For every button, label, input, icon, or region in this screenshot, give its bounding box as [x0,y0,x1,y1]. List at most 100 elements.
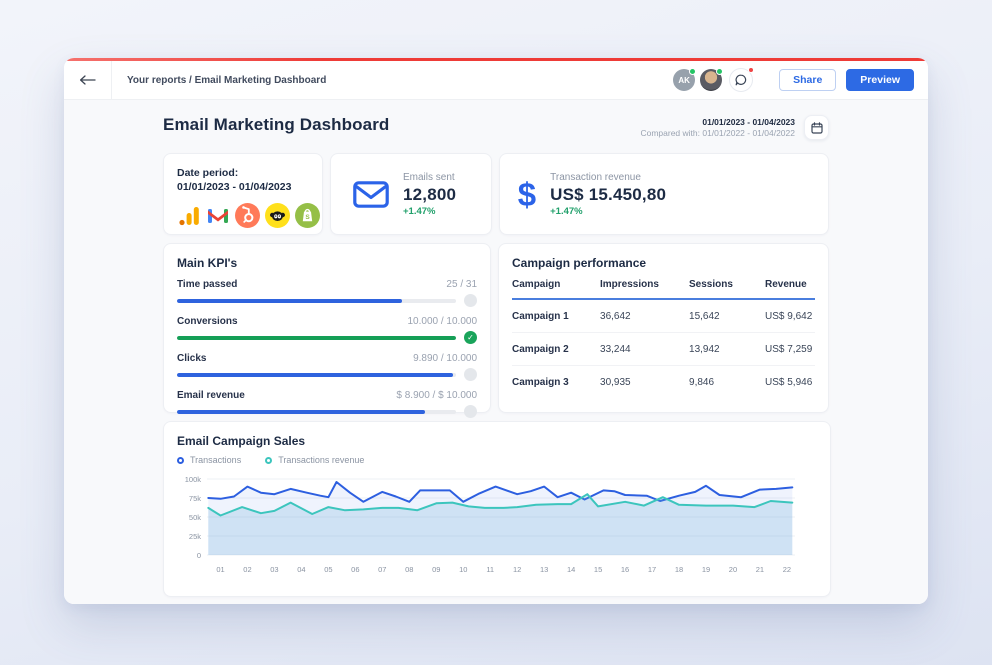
kpi-label: Conversions [177,316,238,327]
table-cell: 30,935 [600,377,689,388]
table-cell: US$ 7,259 [765,344,815,355]
transaction-revenue-card: $ Transaction revenue US$ 15.450,80 +1.4… [499,153,829,235]
legend-label: Transactions [190,455,241,465]
y-axis-tick-label: 0 [197,551,201,560]
comments-button[interactable] [729,68,753,92]
table-column-header: Revenue [765,279,815,290]
x-axis-tick-label: 03 [270,565,278,574]
chart-title: Email Campaign Sales [177,434,817,448]
integrations-row: S [177,203,309,228]
date-range-block: 01/01/2023 - 01/04/2023 Compared with: 0… [640,115,829,140]
kpi-progress-track [177,373,456,377]
preview-button[interactable]: Preview [846,69,914,91]
dashboard-header: Email Marketing Dashboard 01/01/2023 - 0… [163,115,829,140]
mailchimp-icon[interactable] [265,203,290,228]
table-cell: 15,642 [689,311,765,322]
kpi-label: Clicks [177,353,206,364]
topbar-actions: AK Share Preview [668,68,928,92]
campaign-table-header: CampaignImpressionsSessionsRevenue [512,279,815,300]
middle-row: Main KPI's Time passed25 / 31Conversions… [163,243,829,413]
table-column-header: Impressions [600,279,689,290]
kpi-value: 9.890 / 10.000 [413,353,477,364]
transaction-revenue-delta: +1.47% [550,206,666,217]
kpi-progress-track [177,410,456,414]
avatar-photo[interactable] [700,69,722,91]
campaign-name-cell: Campaign 1 [512,311,600,322]
campaign-name-cell: Campaign 3 [512,377,600,388]
kpi-list: Time passed25 / 31Conversions10.000 / 10… [177,279,477,418]
x-axis-tick-label: 13 [540,565,548,574]
chat-bubble-icon [735,74,747,86]
kpi-card-title: Main KPI's [177,256,477,270]
table-cell: 33,244 [600,344,689,355]
kpi-progress-track [177,299,456,303]
emails-sent-delta: +1.47% [403,206,456,217]
x-axis-tick-label: 20 [729,565,737,574]
table-column-header: Campaign [512,279,600,290]
y-axis-tick-label: 25k [189,532,201,541]
table-cell: US$ 5,946 [765,377,815,388]
kpi-item: Email revenue$ 8.900 / $ 10.000 [177,390,477,418]
kpi-status-icon [464,368,477,381]
x-axis-tick-label: 10 [459,565,467,574]
date-period-card: Date period: 01/01/2023 - 01/04/2023 S [163,153,323,235]
kpi-progress-track [177,336,456,340]
top-bar: Your reports / Email Marketing Dashboard… [64,61,928,100]
date-period-value: 01/01/2023 - 01/04/2023 [177,180,309,194]
date-compared-value: Compared with: 01/01/2022 - 01/04/2022 [640,128,795,138]
x-axis-tick-label: 17 [648,565,656,574]
emails-sent-value: 12,800 [403,185,456,205]
emails-sent-label: Emails sent [403,172,456,183]
emails-sent-card: Emails sent 12,800 +1.47% [330,153,492,235]
legend-item[interactable]: Transactions revenue [265,455,364,465]
legend-marker-icon [265,457,272,464]
x-axis-tick-label: 05 [324,565,332,574]
dollar-icon: $ [518,178,536,211]
x-axis-tick-label: 11 [486,565,494,574]
google-analytics-icon[interactable] [177,203,201,228]
transaction-revenue-text: Transaction revenue US$ 15.450,80 +1.47% [550,172,666,217]
x-axis-tick-label: 01 [216,565,224,574]
y-axis-tick-label: 75k [189,494,201,503]
back-button[interactable] [64,61,112,99]
page-title: Email Marketing Dashboard [163,115,389,135]
x-axis-tick-label: 07 [378,565,386,574]
kpi-label: Time passed [177,279,237,290]
avatar-ak[interactable]: AK [673,69,695,91]
table-row: Campaign 136,64215,642US$ 9,642 [512,300,815,333]
date-picker-button[interactable] [804,115,829,140]
breadcrumb: Your reports / Email Marketing Dashboard [127,75,326,86]
gmail-icon[interactable] [206,203,230,228]
legend-item[interactable]: Transactions [177,455,241,465]
kpi-item: Conversions10.000 / 10.000✓ [177,316,477,344]
dashboard-window: Your reports / Email Marketing Dashboard… [64,58,928,604]
kpi-value: $ 8.900 / $ 10.000 [396,390,477,401]
envelope-icon [353,181,389,208]
legend-marker-icon [177,457,184,464]
svg-text:S: S [305,214,310,221]
x-axis-tick-label: 19 [702,565,710,574]
campaign-table: CampaignImpressionsSessionsRevenue Campa… [512,279,815,398]
kpi-progress-fill [177,336,456,340]
x-axis-tick-label: 04 [297,565,305,574]
kpi-value: 10.000 / 10.000 [408,316,478,327]
emails-sent-text: Emails sent 12,800 +1.47% [403,172,456,217]
x-axis-tick-label: 16 [621,565,629,574]
table-cell: US$ 9,642 [765,311,815,322]
chart-legend: Transactions Transactions revenue [177,455,817,465]
y-axis-tick-label: 50k [189,513,201,522]
x-axis-tick-label: 15 [594,565,602,574]
kpi-status-icon [464,405,477,418]
campaign-performance-card: Campaign performance CampaignImpressions… [498,243,829,413]
dashboard-content: Email Marketing Dashboard 01/01/2023 - 0… [64,100,928,604]
hubspot-icon[interactable] [235,203,260,228]
x-axis-tick-label: 09 [432,565,440,574]
campaign-table-body: Campaign 136,64215,642US$ 9,642Campaign … [512,300,815,398]
date-range-value: 01/01/2023 - 01/04/2023 [640,117,795,127]
kpi-progress-fill [177,410,425,414]
share-button[interactable]: Share [779,69,836,91]
y-axis-tick-label: 100k [185,475,202,484]
shopify-icon[interactable]: S [295,203,320,228]
notification-dot [748,67,754,73]
x-axis-tick-label: 21 [756,565,764,574]
